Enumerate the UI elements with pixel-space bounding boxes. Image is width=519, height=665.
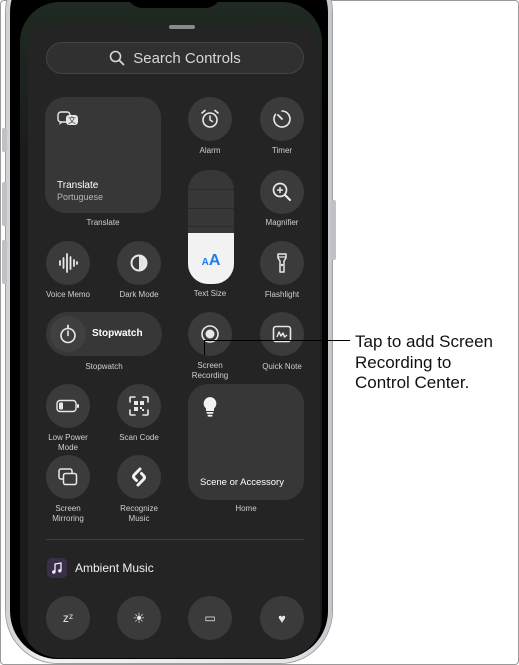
home-control[interactable]: Scene or Accessory [188, 384, 304, 500]
text-size-step-divider [188, 208, 234, 209]
scan-code-control[interactable] [117, 384, 161, 428]
sleep-icon: zᶻ [62, 611, 74, 625]
flashlight-label: Flashlight [264, 290, 300, 299]
timer-label: Timer [271, 146, 293, 155]
text-size-control[interactable]: AA [188, 170, 234, 284]
alarm-control[interactable] [188, 97, 232, 141]
iphone-frame: Search Controls 文 Translate Portuguese T… [2, 0, 336, 663]
ambient-wellbeing-control[interactable]: ♥ [260, 596, 304, 640]
translate-title: Translate [57, 180, 99, 191]
scan-code-label: Scan Code [119, 433, 159, 442]
ambient-music-title: Ambient Music [75, 561, 154, 575]
side-button [331, 200, 336, 260]
screen-mirroring-label: Screen Mirroring [52, 504, 84, 523]
magnifier-icon [271, 181, 293, 203]
text-size-large-a: A [208, 252, 221, 269]
ambient-chill-control[interactable]: ☀ [117, 596, 161, 640]
sun-icon: ☀ [132, 609, 146, 626]
dark-mode-label: Dark Mode [119, 290, 159, 299]
voice-memo-control[interactable] [46, 241, 90, 285]
recognize-music-label: Recognize Music [120, 504, 158, 523]
magnifier-control[interactable] [260, 170, 304, 214]
dark-mode-icon [128, 252, 150, 274]
screen-mirroring-control[interactable] [46, 455, 90, 499]
low-power-mode-control[interactable] [46, 384, 90, 428]
flashlight-icon [271, 252, 293, 274]
sheet-grabber[interactable] [169, 25, 195, 29]
alarm-label: Alarm [199, 146, 221, 155]
stopwatch-icon [50, 316, 86, 352]
home-title: Scene or Accessory [200, 477, 284, 488]
magnifier-label: Magnifier [265, 218, 299, 227]
timer-control[interactable] [260, 97, 304, 141]
voice-memo-label: Voice Memo [45, 290, 91, 299]
quick-note-label: Quick Note [262, 362, 302, 371]
ambient-productivity-control[interactable]: ▭ [188, 596, 232, 640]
timer-icon [271, 108, 293, 130]
screen-recording-label: Screen Recording [191, 361, 229, 380]
action-button [2, 128, 7, 152]
section-divider [46, 539, 304, 540]
phone-screen: Search Controls 文 Translate Portuguese T… [20, 2, 322, 658]
low-power-mode-label: Low Power Mode [48, 433, 88, 452]
volume-down-button [2, 240, 7, 284]
translate-label: Translate [86, 218, 120, 227]
search-icon [109, 50, 125, 66]
text-size-step-divider [188, 189, 234, 190]
battery-icon [56, 399, 80, 413]
dynamic-island [126, 2, 222, 8]
translate-control[interactable]: 文 Translate Portuguese [45, 97, 161, 213]
qr-code-icon [128, 395, 150, 417]
callout-text: Tap to add Screen Recording to Control C… [355, 332, 493, 392]
stopwatch-control[interactable]: Stopwatch [46, 312, 162, 356]
callout-leader-line [204, 340, 350, 355]
alarm-clock-icon [199, 108, 221, 130]
shazam-icon [128, 466, 150, 488]
screen-mirroring-icon [57, 466, 79, 488]
search-controls-field[interactable]: Search Controls [46, 42, 304, 74]
ambient-music-icon [47, 558, 67, 578]
text-size-step-divider [188, 226, 234, 227]
svg-text:文: 文 [68, 115, 76, 125]
recognize-music-control[interactable] [117, 455, 161, 499]
flashlight-control[interactable] [260, 241, 304, 285]
volume-up-button [2, 182, 7, 226]
waveform-icon [57, 252, 79, 274]
search-placeholder: Search Controls [133, 49, 241, 67]
stopwatch-label: Stopwatch [85, 362, 123, 371]
ambient-music-header: Ambient Music [47, 558, 154, 578]
translate-icon: 文 [57, 111, 79, 127]
text-size-label: Text Size [193, 289, 227, 298]
heart-icon: ♥ [278, 610, 286, 626]
lightbulb-icon [202, 396, 218, 418]
dark-mode-control[interactable] [117, 241, 161, 285]
stopwatch-title: Stopwatch [92, 328, 143, 339]
ambient-sleep-control[interactable]: zᶻ [46, 596, 90, 640]
text-size-small-a: A [201, 257, 209, 268]
home-label: Home [235, 504, 257, 513]
productivity-icon: ▭ [204, 611, 216, 625]
text-size-glyph: AA [188, 252, 234, 270]
translate-subtitle: Portuguese [57, 192, 104, 202]
